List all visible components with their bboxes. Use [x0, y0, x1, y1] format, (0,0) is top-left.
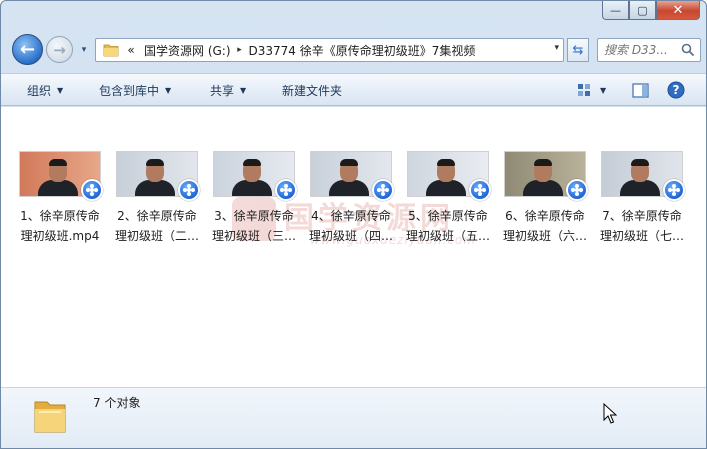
- address-bar[interactable]: « 国学资源网 (G:) ▸ D33774 徐辛《原传命理初级班》7集视频 ▾: [95, 38, 564, 62]
- file-name: 6、徐辛原传命 理初级班（六…: [500, 206, 590, 246]
- file-name-line: 2、徐辛原传命: [117, 209, 197, 223]
- organize-menu[interactable]: 组织 ▼: [27, 74, 63, 106]
- arrow-right-icon: →: [53, 40, 66, 59]
- folder-icon: [100, 39, 122, 61]
- caret-down-icon: ▼: [600, 85, 607, 95]
- refresh-icon: ⇆: [572, 42, 584, 58]
- file-name: 5、徐辛原传命 理初级班（五…: [403, 206, 493, 246]
- media-player-icon: [81, 179, 103, 201]
- file-name-line: 理初级班（二…: [114, 229, 199, 243]
- file-name-line: 3、徐辛原传命: [214, 209, 294, 223]
- preview-pane-icon: [632, 82, 649, 98]
- media-player-icon: [275, 179, 297, 201]
- recent-pages-button[interactable]: ▾: [77, 43, 91, 57]
- file-name: 7、徐辛原传命 理初级班（七…: [597, 206, 687, 246]
- address-overflow[interactable]: «: [122, 39, 140, 61]
- media-player-icon: [566, 179, 588, 201]
- search-box[interactable]: [597, 38, 701, 62]
- caret-down-icon: ▼: [57, 85, 64, 95]
- file-name-line: 5、徐辛原传命: [408, 209, 488, 223]
- file-name-line: 理初级班（三…: [211, 229, 296, 243]
- refresh-button[interactable]: ⇆: [567, 38, 589, 62]
- forward-button[interactable]: →: [46, 36, 73, 63]
- preview-pane-button[interactable]: [632, 74, 649, 106]
- close-button[interactable]: ✕: [656, 1, 700, 20]
- command-bar: 组织 ▼ 包含到库中 ▼ 共享 ▼ 新建文件夹 ▼ ?: [1, 73, 706, 106]
- file-name-line: 理初级班（七…: [599, 229, 684, 243]
- include-in-library-menu[interactable]: 包含到库中 ▼: [99, 74, 171, 106]
- new-folder-button[interactable]: 新建文件夹: [282, 74, 342, 106]
- item-count: 7 个对象: [93, 396, 141, 410]
- breadcrumb-separator-icon[interactable]: ▸: [231, 45, 249, 55]
- file-name-line: 理初级班（五…: [405, 229, 490, 243]
- search-icon[interactable]: [681, 43, 695, 57]
- media-player-icon: [663, 179, 685, 201]
- share-label: 共享: [210, 83, 235, 98]
- help-button[interactable]: ?: [667, 74, 685, 106]
- file-name: 3、徐辛原传命 理初级班（三…: [209, 206, 299, 246]
- file-name: 2、徐辛原传命 理初级班（二…: [112, 206, 202, 246]
- back-button[interactable]: ←: [12, 34, 43, 65]
- file-name: 4、徐辛原传命 理初级班（四…: [306, 206, 396, 246]
- help-icon: ?: [667, 81, 685, 99]
- file-name-line: 6、徐辛原传命: [505, 209, 585, 223]
- caret-down-icon: ▼: [165, 85, 172, 95]
- details-pane: 7 个对象: [1, 387, 706, 448]
- organize-label: 组织: [27, 83, 52, 98]
- folder-icon: [34, 401, 66, 433]
- file-name-line: 1、徐辛原传命: [20, 209, 100, 223]
- breadcrumb-drive[interactable]: 国学资源网 (G:): [144, 39, 231, 61]
- file-name-line: 理初级班（四…: [308, 229, 393, 243]
- file-name-line: 理初级班（六…: [502, 229, 587, 243]
- breadcrumb-folder[interactable]: D33774 徐辛《原传命理初级班》7集视频: [249, 39, 476, 61]
- navigation-bar: ← → ▾ « 国学资源网 (G:) ▸ D33774 徐辛《原传命理初级班》7…: [1, 29, 706, 69]
- mouse-cursor-icon: [603, 403, 617, 424]
- change-view-button[interactable]: [577, 74, 593, 106]
- caption-buttons: — ▢ ✕: [602, 1, 700, 20]
- media-player-icon: [372, 179, 394, 201]
- address-dropdown-icon[interactable]: ▾: [554, 43, 559, 53]
- arrow-left-icon: ←: [19, 39, 36, 60]
- media-player-icon: [178, 179, 200, 201]
- maximize-button[interactable]: ▢: [629, 1, 656, 20]
- view-options-button[interactable]: ▼: [600, 74, 606, 106]
- include-in-library-label: 包含到库中: [99, 83, 160, 98]
- file-list: 国学资源网 www.guoxueziyuan.com 1、徐辛原传命 理初级班.m…: [1, 107, 706, 387]
- file-name-line: 7、徐辛原传命: [602, 209, 682, 223]
- share-menu[interactable]: 共享 ▼: [210, 74, 246, 106]
- file-name: 1、徐辛原传命 理初级班.mp4: [15, 206, 105, 246]
- media-player-icon: [469, 179, 491, 201]
- minimize-button[interactable]: —: [602, 1, 629, 20]
- caret-down-icon: ▼: [240, 85, 247, 95]
- search-input[interactable]: [604, 43, 684, 57]
- explorer-window: — ▢ ✕ ← → ▾ « 国学资源网 (G:) ▸ D33774 徐辛《原传命…: [0, 0, 707, 449]
- chevron-down-icon: ▾: [81, 45, 87, 55]
- svg-text:?: ?: [673, 83, 680, 97]
- file-name-line: 4、徐辛原传命: [311, 209, 391, 223]
- view-icon: [578, 84, 590, 96]
- file-name-line: 理初级班.mp4: [20, 229, 100, 243]
